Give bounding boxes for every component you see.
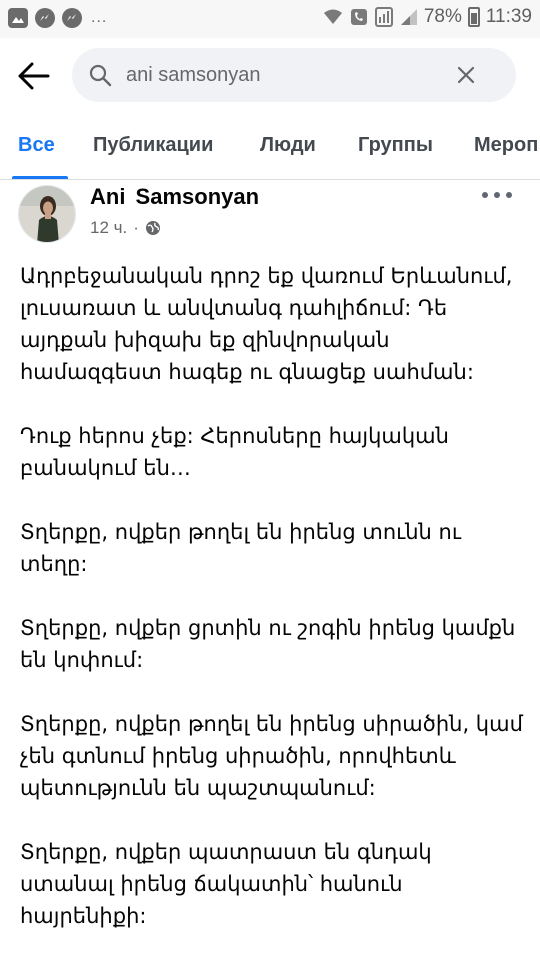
- back-arrow-icon: [18, 62, 50, 90]
- clear-search-icon[interactable]: [454, 63, 478, 87]
- post-paragraph: Ադրբեջանական դրոշ եք վառում Երևանում, լո…: [20, 264, 513, 384]
- status-bar: ... 78% 11:39: [0, 0, 540, 38]
- profile-photo: [19, 186, 75, 242]
- gallery-notification-icon: [8, 8, 28, 28]
- post-meta: 12 ч. ·: [90, 218, 161, 238]
- search-icon: [89, 64, 112, 87]
- battery-percent: 78%: [423, 6, 462, 27]
- post-paragraph: Տղերքը, ովքեր թողել են իրենց սիրածին, կա…: [20, 712, 523, 800]
- search-bar[interactable]: [72, 48, 516, 102]
- tab-posts[interactable]: Публикации: [93, 134, 213, 157]
- post-body: Ադրբեջանական դրոշ եք վառում Երևանում, լո…: [20, 260, 530, 960]
- post-paragraph: Տղերքը, ովքեր ցրտին ու շոգին իրենց կամքն…: [20, 616, 516, 672]
- more-dot-icon: [482, 192, 488, 198]
- post-paragraph: Տղերքը, ովքեր պատրաստ են գնդակ ստանալ իր…: [20, 840, 432, 928]
- search-input[interactable]: [126, 57, 446, 93]
- tab-events[interactable]: Мероп: [474, 134, 538, 157]
- system-icons: 78% 11:39: [322, 6, 532, 28]
- search-header: [0, 38, 540, 114]
- post-paragraph: Տղերքը, ովքեր թողել են իրենց տունն ու տե…: [20, 520, 461, 576]
- back-button[interactable]: [14, 56, 54, 96]
- more-dot-icon: [494, 192, 500, 198]
- tab-people[interactable]: Люди: [260, 134, 316, 157]
- messenger-icon-2: [62, 8, 82, 28]
- messenger-icon: [35, 8, 55, 28]
- signal-icon: [400, 9, 417, 25]
- post-author-name[interactable]: Ani Samsonyan: [90, 184, 259, 210]
- post-timestamp[interactable]: 12 ч.: [90, 218, 127, 238]
- more-notifications-indicator: ...: [91, 9, 108, 26]
- clock: 11:39: [485, 6, 532, 27]
- post-options-button[interactable]: [482, 186, 512, 204]
- sim-card-icon: [374, 7, 393, 27]
- tab-groups[interactable]: Группы: [358, 134, 433, 157]
- notification-icons: ...: [8, 8, 107, 28]
- wifi-call-icon: [350, 9, 367, 25]
- more-dot-icon: [506, 192, 512, 198]
- tab-all[interactable]: Все: [18, 134, 55, 157]
- globe-icon: [145, 221, 160, 235]
- avatar[interactable]: [18, 185, 76, 243]
- search-filter-tabs: Все Публикации Люди Группы Мероп: [0, 114, 540, 180]
- meta-separator: ·: [133, 218, 139, 237]
- active-tab-indicator: [12, 176, 68, 179]
- battery-icon: [467, 7, 480, 27]
- wifi-icon: [323, 9, 342, 24]
- post-paragraph: Դուք հերոս չեք: Հերոսները հայկական բանակ…: [20, 424, 449, 480]
